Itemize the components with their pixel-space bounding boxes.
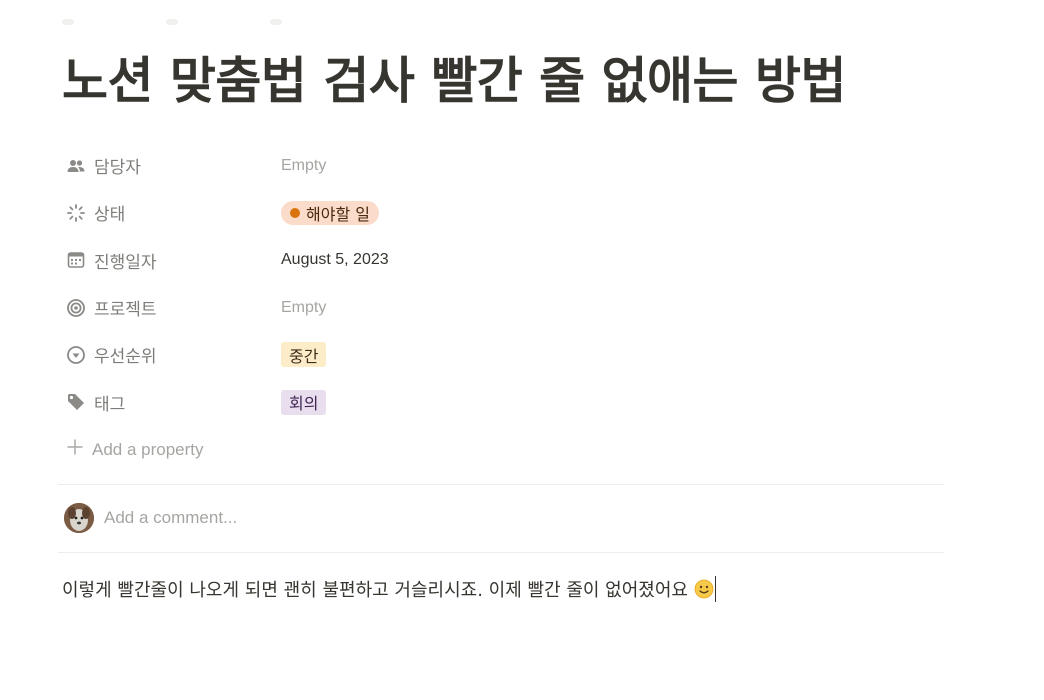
property-row-date: 진행일자 August 5, 2023 xyxy=(62,237,944,284)
property-row-status: 상태 해야할 일 xyxy=(62,189,944,236)
text-cursor xyxy=(714,576,717,602)
property-name-priority[interactable]: 우선순위 xyxy=(62,342,281,367)
people-icon xyxy=(66,156,86,176)
property-name-tags[interactable]: 태그 xyxy=(62,390,281,415)
property-value-assignee[interactable]: Empty xyxy=(281,157,326,175)
tag-icon xyxy=(66,392,86,412)
property-value-status[interactable]: 해야할 일 xyxy=(281,200,379,225)
status-dot xyxy=(290,207,300,218)
page-title[interactable]: 노션 맞춤법 검사 빨간 줄 없애는 방법 xyxy=(62,46,846,116)
chevron-circle-icon xyxy=(66,345,86,365)
avatar[interactable] xyxy=(64,503,94,533)
priority-tag[interactable]: 중간 xyxy=(281,342,327,368)
property-row-assignee: 담당자 Empty xyxy=(62,142,944,189)
status-icon xyxy=(66,203,86,223)
paragraph-text: 이렇게 빨간줄이 나오게 되면 괜히 불편하고 거슬리시죠. 이제 빨간 줄이 … xyxy=(62,580,688,601)
divider xyxy=(58,552,944,553)
add-icon-button[interactable] xyxy=(62,19,74,25)
divider xyxy=(58,484,944,485)
property-name-status[interactable]: 상태 xyxy=(62,200,281,225)
property-row-tags: 태그 회의 xyxy=(62,378,944,425)
property-value-priority[interactable]: 중간 xyxy=(281,342,327,368)
add-property-button[interactable]: Add a property xyxy=(66,438,204,461)
property-name-project[interactable]: 프로젝트 xyxy=(62,295,281,320)
property-name-assignee[interactable]: 담당자 xyxy=(62,153,281,178)
property-value-tags[interactable]: 회의 xyxy=(281,389,327,415)
property-name-date[interactable]: 진행일자 xyxy=(62,248,281,273)
property-row-project: 프로젝트 Empty xyxy=(62,284,944,331)
plus-icon xyxy=(66,438,84,461)
properties-list: 담당자 Empty 상태 해야할 일 진행일자 August 5, 2023 프… xyxy=(62,142,944,426)
tag-chip[interactable]: 회의 xyxy=(281,389,327,415)
comment-input[interactable] xyxy=(104,508,504,528)
page-header-toolbar xyxy=(62,14,342,30)
property-value-project[interactable]: Empty xyxy=(281,299,326,317)
add-comment-button[interactable] xyxy=(270,19,282,25)
add-cover-button[interactable] xyxy=(166,19,178,25)
property-value-date[interactable]: August 5, 2023 xyxy=(281,251,389,269)
target-icon xyxy=(66,298,86,318)
property-row-priority: 우선순위 중간 xyxy=(62,331,944,378)
comment-bar xyxy=(64,503,504,533)
text-block[interactable]: 이렇게 빨간줄이 나오게 되면 괜히 불편하고 거슬리시죠. 이제 빨간 줄이 … xyxy=(62,576,717,602)
notion-page: 노션 맞춤법 검사 빨간 줄 없애는 방법 담당자 Empty 상태 해야할 일… xyxy=(0,0,1044,700)
calendar-icon xyxy=(66,250,86,270)
status-badge[interactable]: 해야할 일 xyxy=(281,200,379,225)
slightly-smiling-face-icon xyxy=(694,579,714,599)
